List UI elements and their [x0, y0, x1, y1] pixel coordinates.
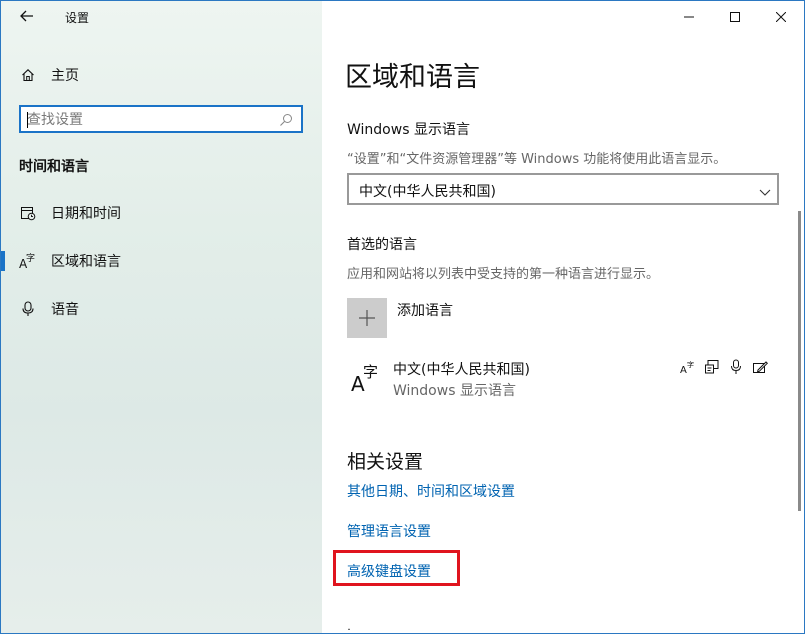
title-bar: 设置 [1, 1, 322, 33]
language-glyph-icon: A字 [349, 360, 383, 396]
language-name: 中文(中华人民共和国) [393, 362, 530, 378]
language-subtitle: Windows 显示语言 [393, 383, 516, 399]
maximize-icon [730, 12, 740, 22]
link-language-admin-settings[interactable]: 管理语言设置 [347, 521, 431, 541]
speech-feature-icon [727, 358, 745, 376]
window-controls [666, 1, 804, 33]
search-icon[interactable] [279, 112, 295, 128]
active-indicator [1, 251, 5, 271]
text-to-speech-feature-icon [703, 358, 721, 376]
settings-window: 设置 主页 时间和语言 日期和时间 A字 [0, 0, 805, 634]
calendar-clock-icon [19, 204, 37, 222]
add-language-button[interactable]: 添加语言 [347, 298, 453, 338]
close-icon [776, 12, 786, 22]
search-box[interactable] [19, 105, 303, 133]
svg-text:字: 字 [26, 252, 35, 264]
close-button[interactable] [758, 1, 804, 33]
search-input[interactable] [27, 110, 277, 130]
link-additional-date-time-region[interactable]: 其他日期、时间和区域设置 [347, 481, 515, 501]
sidebar-item-label: 语音 [51, 302, 79, 318]
display-language-description: “设置”和“文件资源管理器”等 Windows 功能将使用此语言显示。 [347, 152, 727, 167]
sidebar-item-label: 日期和时间 [51, 206, 121, 222]
language-list-item[interactable]: A字 中文(中华人民共和国) Windows 显示语言 A字 [347, 356, 779, 400]
sidebar-item-date-time[interactable]: 日期和时间 [1, 195, 322, 231]
content-pane: 区域和语言 Windows 显示语言 “设置”和“文件资源管理器”等 Windo… [322, 1, 804, 633]
page-title: 区域和语言 [345, 62, 480, 93]
language-feature-icons: A字 [679, 358, 769, 376]
handwriting-feature-icon [751, 358, 769, 376]
section-title: 时间和语言 [19, 159, 89, 175]
svg-text:A: A [680, 365, 687, 375]
back-arrow-icon [20, 10, 33, 22]
app-title: 设置 [65, 11, 90, 25]
sidebar-item-speech[interactable]: 语音 [1, 291, 322, 327]
display-language-feature-icon: A字 [679, 358, 697, 376]
back-button[interactable] [15, 7, 39, 27]
clipped-text-fragment: ˙ [346, 627, 352, 634]
maximize-button[interactable] [712, 1, 758, 33]
minimize-icon [684, 16, 694, 18]
sidebar-item-region-language[interactable]: A字 区域和语言 [1, 243, 322, 279]
plus-icon [347, 298, 387, 338]
sidebar-item-label: 区域和语言 [51, 254, 121, 270]
add-language-label: 添加语言 [397, 303, 453, 319]
display-language-select[interactable]: 中文(中华人民共和国) [347, 173, 779, 205]
display-language-label: Windows 显示语言 [347, 122, 470, 138]
scrollbar-thumb[interactable] [798, 211, 801, 511]
home-icon [19, 66, 37, 84]
text-cursor [27, 112, 28, 128]
svg-text:字: 字 [363, 363, 378, 381]
link-advanced-keyboard-settings[interactable]: 高级键盘设置 [347, 561, 431, 581]
preferred-language-description: 应用和网站将以列表中受支持的第一种语言进行显示。 [347, 267, 660, 282]
chevron-down-icon [759, 183, 771, 196]
microphone-icon [19, 300, 37, 318]
sidebar: 设置 主页 时间和语言 日期和时间 A字 [1, 1, 322, 633]
preferred-language-label: 首选的语言 [347, 237, 417, 253]
svg-text:字: 字 [687, 360, 694, 369]
home-label: 主页 [51, 68, 79, 84]
nav-home[interactable]: 主页 [19, 61, 309, 89]
language-icon: A字 [19, 252, 37, 270]
minimize-button[interactable] [666, 1, 712, 33]
related-settings-title: 相关设置 [347, 451, 424, 473]
select-value: 中文(中华人民共和国) [359, 184, 496, 200]
